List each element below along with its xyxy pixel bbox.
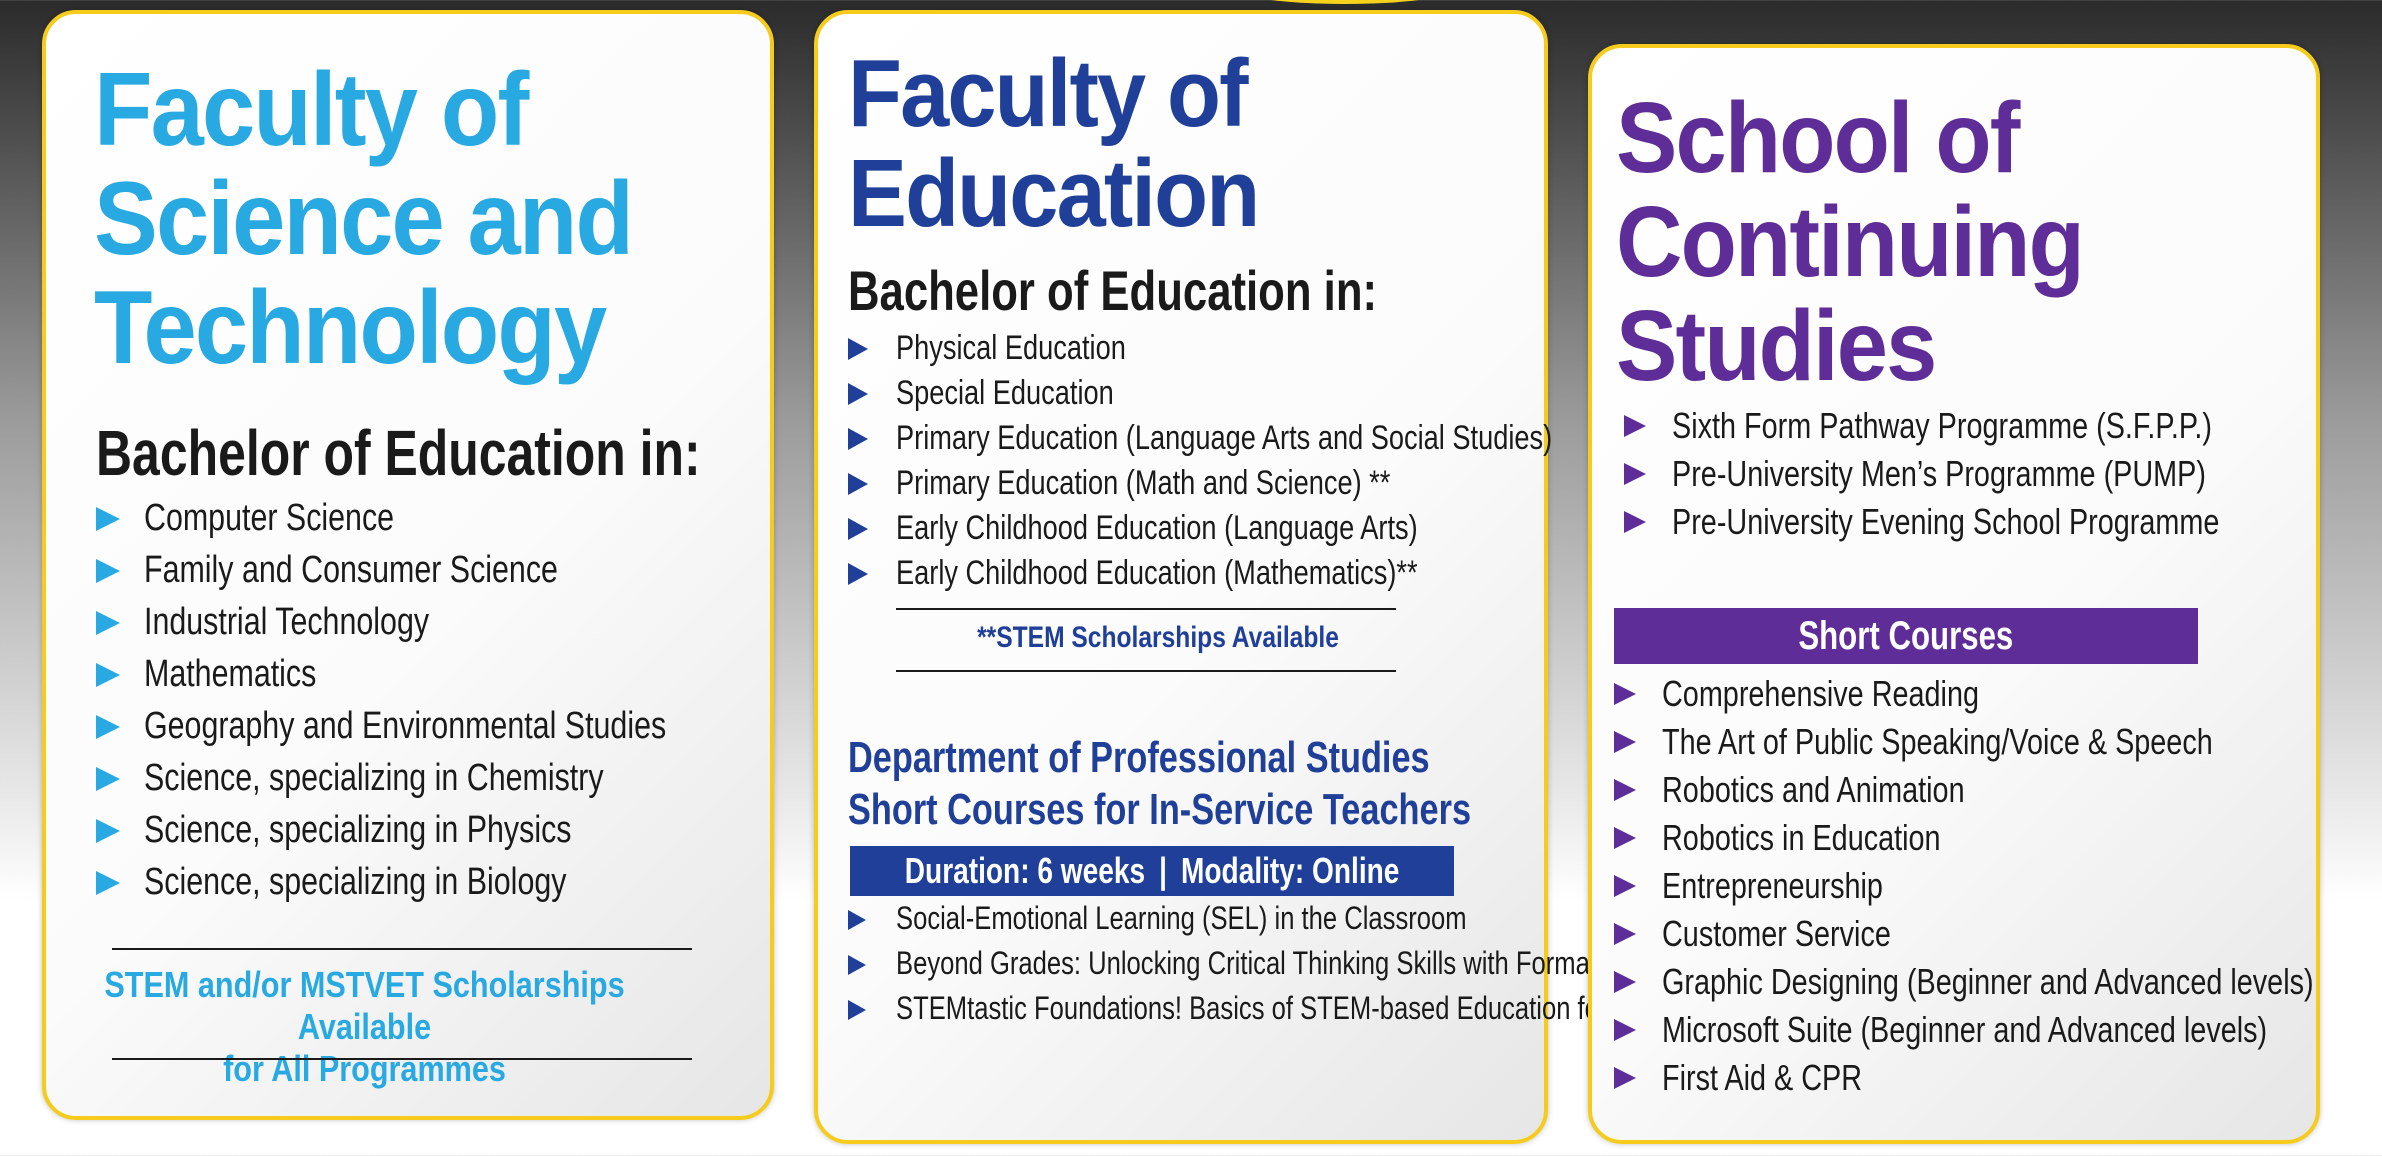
science-technology-card: Faculty of Science and Technology Bachel… [42, 10, 774, 1120]
list-item: Pre-University Men’s Programme (PUMP) [1624, 450, 2356, 498]
science-programme-list: Computer Science Family and Consumer Sci… [96, 492, 797, 908]
triangle-bullet-icon [96, 767, 120, 791]
science-scholarship-note: STEM and/or MSTVET Scholarships Availabl… [104, 964, 625, 1089]
triangle-bullet-icon [848, 910, 866, 930]
science-title: Faculty of Science and Technology [94, 56, 793, 383]
list-item: Beyond Grades: Unlocking Critical Thinki… [848, 945, 1788, 982]
triangle-bullet-icon [1624, 463, 1646, 485]
continuing-title-line-3: Studies [1616, 290, 1937, 402]
professional-studies-heading: Department of Professional Studies Short… [848, 733, 1472, 834]
triangle-bullet-icon [1614, 827, 1636, 849]
triangle-bullet-icon [1614, 971, 1636, 993]
list-item: Pre-University Evening School Programme [1624, 498, 2356, 546]
triangle-bullet-icon [1624, 511, 1646, 533]
continuing-title: School of Continuing Studies [1616, 86, 2315, 398]
teacher-short-course-list: Social-Emotional Learning (SEL) in the C… [848, 900, 1795, 1035]
triangle-bullet-icon [848, 428, 868, 450]
list-item: Robotics and Animation [1614, 766, 2382, 814]
duration-label: Duration: 6 weeks [904, 850, 1145, 891]
triangle-bullet-icon [848, 383, 868, 405]
education-title: Faculty of Education [848, 44, 1547, 244]
list-item: Special Education [848, 371, 1716, 416]
list-item: Early Childhood Education (Language Arts… [848, 506, 1716, 551]
triangle-bullet-icon [1614, 683, 1636, 705]
triangle-bullet-icon [1614, 731, 1636, 753]
modality-label: Modality: Online [1180, 850, 1400, 891]
triangle-bullet-icon [1614, 1019, 1636, 1041]
list-item: Science, specializing in Physics [96, 804, 797, 856]
education-title-line-1: Faculty of [848, 40, 1249, 147]
triangle-bullet-icon [1624, 415, 1646, 437]
list-item: The Art of Public Speaking/Voice & Speec… [1614, 718, 2382, 766]
education-title-line-2: Education [848, 140, 1260, 247]
triangle-bullet-icon [848, 563, 868, 585]
list-item: Mathematics [96, 648, 797, 700]
list-item: Science, specializing in Biology [96, 856, 797, 908]
list-item: Computer Science [96, 492, 797, 544]
science-title-line-1: Faculty of [94, 52, 529, 168]
list-item: Primary Education (Language Arts and Soc… [848, 416, 1716, 461]
list-item: Microsoft Suite (Beginner and Advanced l… [1614, 1006, 2382, 1054]
continuing-programme-list: Sixth Form Pathway Programme (S.F.P.P.) … [1624, 402, 2356, 546]
triangle-bullet-icon [848, 518, 868, 540]
list-item: Entrepreneurship [1614, 862, 2382, 910]
list-item: Science, specializing in Chemistry [96, 752, 797, 804]
continuing-short-course-list: Comprehensive Reading The Art of Public … [1614, 670, 2382, 1102]
science-title-line-3: Technology [94, 270, 607, 386]
triangle-bullet-icon [96, 819, 120, 843]
triangle-bullet-icon [1614, 875, 1636, 897]
triangle-bullet-icon [848, 473, 868, 495]
list-item: Robotics in Education [1614, 814, 2382, 862]
triangle-bullet-icon [848, 338, 868, 360]
list-item: Customer Service [1614, 910, 2382, 958]
list-item: Physical Education [848, 326, 1716, 371]
triangle-bullet-icon [96, 507, 120, 531]
list-item: Comprehensive Reading [1614, 670, 2382, 718]
list-item: First Aid & CPR [1614, 1054, 2382, 1102]
divider [112, 948, 692, 950]
short-courses-banner: Short Courses [1614, 608, 2198, 664]
list-item: Early Childhood Education (Mathematics)*… [848, 551, 1716, 596]
science-title-line-2: Science and [94, 161, 634, 277]
triangle-bullet-icon [1614, 1067, 1636, 1089]
decorative-yellow-glow [1230, 0, 1460, 4]
continuing-title-line-2: Continuing [1616, 186, 2085, 298]
triangle-bullet-icon [848, 1000, 866, 1020]
triangle-bullet-icon [96, 871, 120, 895]
divider [896, 670, 1396, 672]
triangle-bullet-icon [96, 663, 120, 687]
education-programme-list: Physical Education Special Education Pri… [848, 326, 1716, 596]
triangle-bullet-icon [1614, 779, 1636, 801]
list-item: Sixth Form Pathway Programme (S.F.P.P.) [1624, 402, 2356, 450]
science-subtitle: Bachelor of Education in: [96, 417, 701, 489]
list-item: Social-Emotional Learning (SEL) in the C… [848, 900, 1596, 937]
list-item: Family and Consumer Science [96, 544, 797, 596]
triangle-bullet-icon [96, 611, 120, 635]
continuing-title-line-1: School of [1616, 82, 2020, 194]
list-item: STEMtastic Foundations! Basics of STEM-b… [848, 990, 1795, 1027]
duration-modality-banner: Duration: 6 weeks | Modality: Online [850, 846, 1454, 896]
education-scholarship-note: **STEM Scholarships Available [977, 621, 1339, 654]
triangle-bullet-icon [848, 955, 866, 975]
triangle-bullet-icon [96, 715, 120, 739]
divider [112, 1058, 692, 1060]
triangle-bullet-icon [1614, 923, 1636, 945]
banner-separator: | [1159, 850, 1167, 891]
education-card: Faculty of Education Bachelor of Educati… [814, 10, 1795, 1144]
list-item: Graphic Designing (Beginner and Advanced… [1614, 958, 2382, 1006]
list-item: Geography and Environmental Studies [96, 700, 797, 752]
triangle-bullet-icon [96, 559, 120, 583]
short-courses-heading: Short Courses [1798, 613, 2014, 658]
divider [896, 608, 1396, 610]
continuing-studies-card: School of Continuing Studies Sixth Form … [1588, 44, 2320, 1144]
list-item: Primary Education (Math and Science) ** [848, 461, 1716, 506]
education-subtitle: Bachelor of Education in: [848, 259, 1378, 322]
list-item: Industrial Technology [96, 596, 797, 648]
